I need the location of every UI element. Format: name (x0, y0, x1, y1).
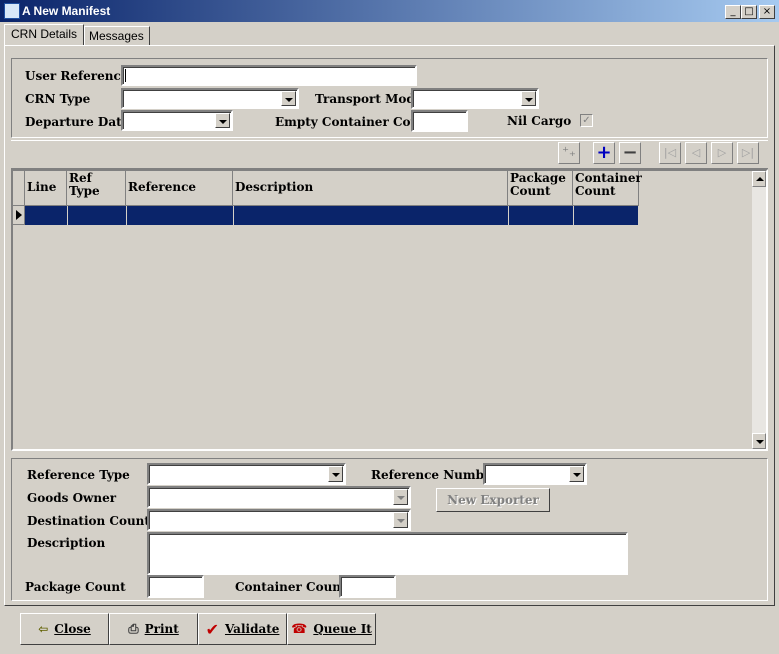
column-header-container-count[interactable]: Container Count (573, 171, 642, 206)
tab-crn-details[interactable]: CRN Details (4, 24, 84, 46)
goods-owner-label: Goods Owner (27, 491, 117, 505)
manifest-grid[interactable]: Line Ref Type Reference Description Pack… (11, 169, 768, 451)
scroll-down-button[interactable] (752, 433, 766, 449)
cell-divider (508, 206, 509, 225)
minus-icon[interactable]: − (619, 142, 641, 164)
tab-messages[interactable]: Messages (84, 26, 150, 46)
new-exporter-button[interactable]: New Exporter (436, 488, 550, 512)
cell-divider (233, 206, 234, 225)
validate-button[interactable]: ✔ Validate (198, 613, 287, 645)
chevron-up-icon (756, 177, 764, 181)
column-header-reference[interactable]: Reference (126, 171, 233, 206)
add-multiple-icon[interactable]: ⁺₊ (558, 142, 580, 164)
close-door-icon: ⇦ (38, 622, 49, 636)
empty-container-count-label: Empty Container Count (275, 115, 434, 129)
chevron-down-icon[interactable] (393, 512, 408, 528)
chevron-down-icon[interactable] (569, 466, 584, 482)
departure-date-label: Departure Date (25, 115, 130, 129)
window-title: A New Manifest (22, 4, 111, 18)
empty-container-count-input[interactable] (411, 110, 468, 132)
row-indicator-header (13, 171, 25, 206)
grid-scrollbar[interactable] (752, 171, 766, 449)
nil-cargo-checkbox[interactable]: ✓ (580, 114, 593, 127)
table-row[interactable] (25, 206, 639, 225)
print-button-label: Print (144, 622, 179, 636)
plus-icon[interactable]: + (593, 142, 615, 164)
description-textarea[interactable] (147, 532, 628, 575)
first-icon[interactable]: |◁ (659, 142, 681, 164)
package-count-input[interactable] (147, 575, 204, 598)
maximize-button[interactable]: □ (741, 5, 757, 19)
title-bar: A New Manifest _ □ × (0, 0, 779, 22)
reference-number-label: Reference Number (371, 468, 498, 482)
chevron-down-icon[interactable] (521, 91, 536, 106)
queue-icon: ☎ (291, 621, 308, 637)
row-indicator[interactable] (13, 206, 25, 225)
current-row-arrow-icon (16, 210, 22, 220)
transport-mode-select[interactable] (411, 88, 539, 109)
chevron-down-icon (756, 440, 764, 444)
chevron-down-icon[interactable] (393, 489, 408, 505)
close-button[interactable]: ⇦ Close (20, 613, 109, 645)
user-reference-input[interactable] (121, 65, 417, 86)
reference-type-label: Reference Type (27, 468, 130, 482)
column-header-ref-type[interactable]: Ref Type (67, 171, 126, 206)
print-button[interactable]: ⎙ Print (109, 613, 198, 645)
departure-date-picker[interactable] (121, 110, 233, 131)
queue-it-button-label: Queue It (313, 622, 372, 636)
grid-toolbar: ⁺₊ + − |◁ ◁ ▷ ▷| (11, 140, 768, 169)
app-icon (4, 3, 20, 19)
nil-cargo-label: Nil Cargo (507, 114, 572, 128)
cell-divider (67, 206, 68, 225)
queue-it-button[interactable]: ☎ Queue It (287, 613, 376, 645)
package-count-label: Package Count (25, 580, 126, 594)
close-window-button[interactable]: × (759, 5, 775, 19)
chevron-down-icon[interactable] (281, 91, 296, 106)
user-reference-label: User Reference (25, 69, 129, 83)
prev-icon[interactable]: ◁ (685, 142, 707, 164)
transport-mode-label: Transport Mode (315, 92, 423, 106)
column-header-line[interactable]: Line (25, 171, 67, 206)
close-button-label: Close (54, 622, 91, 636)
validate-button-label: Validate (224, 622, 280, 636)
checkmark-icon: ✔ (205, 619, 219, 639)
column-header-description[interactable]: Description (233, 171, 508, 206)
crn-type-label: CRN Type (25, 92, 91, 106)
cell-divider (638, 206, 639, 225)
crn-type-select[interactable] (121, 88, 299, 109)
description-label: Description (27, 536, 106, 550)
reference-number-select[interactable] (483, 463, 587, 485)
tab-messages-label: Messages (89, 29, 144, 43)
chevron-down-icon[interactable] (215, 113, 230, 128)
tab-crn-details-label: CRN Details (11, 27, 78, 41)
column-header-package-count[interactable]: Package Count (508, 171, 573, 206)
destination-country-select[interactable] (147, 509, 411, 531)
last-icon[interactable]: ▷| (737, 142, 759, 164)
cell-divider (573, 206, 574, 225)
reference-type-select[interactable] (147, 463, 346, 485)
destination-country-label: Destination Country (27, 514, 164, 528)
next-icon[interactable]: ▷ (711, 142, 733, 164)
container-count-input[interactable] (339, 575, 396, 598)
printer-icon: ⎙ (128, 621, 139, 637)
text-cursor (125, 69, 126, 82)
chevron-down-icon[interactable] (328, 466, 343, 482)
container-count-label: Container Count (235, 580, 347, 594)
minimize-button[interactable]: _ (725, 5, 741, 19)
cell-divider (126, 206, 127, 225)
scroll-up-button[interactable] (752, 171, 766, 187)
goods-owner-select[interactable] (147, 486, 411, 508)
